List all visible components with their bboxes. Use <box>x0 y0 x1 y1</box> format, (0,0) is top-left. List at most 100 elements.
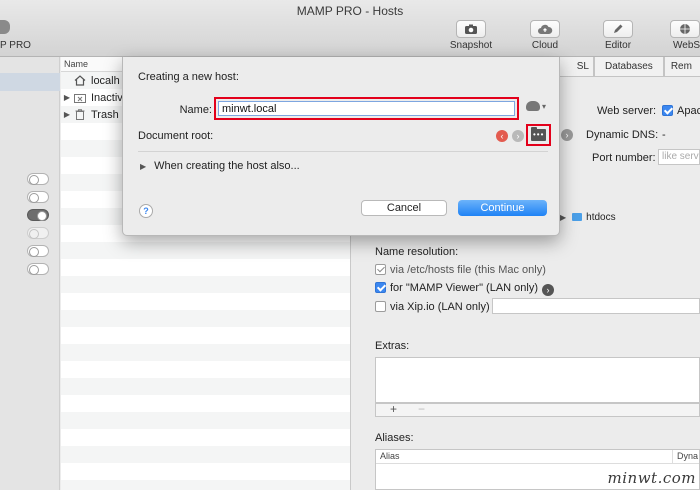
dynamic-dns-label: Dynamic DNS: <box>586 129 659 141</box>
xip-field[interactable] <box>492 298 700 314</box>
watermark: minwt.com <box>607 469 696 487</box>
folder-icon <box>572 213 583 221</box>
host-label: Inactiv <box>91 91 123 104</box>
document-root-label: Document root: <box>138 130 214 142</box>
host-options-expander[interactable]: ▶ When creating the host also... <box>140 160 300 172</box>
empty-row <box>61 378 350 395</box>
dynamic-dns-value[interactable]: - <box>662 129 666 141</box>
host-name-label: Name: <box>179 104 212 116</box>
expander-label: When creating the host also... <box>154 160 300 172</box>
host-label: localh <box>91 74 120 87</box>
empty-row <box>61 310 350 327</box>
editor-button[interactable]: Editor <box>588 20 648 51</box>
host-label: Trash <box>91 108 119 121</box>
dialog-divider <box>138 151 548 152</box>
cloud-icon <box>538 24 553 34</box>
empty-row <box>61 293 350 310</box>
option-label: via /etc/hosts file (this Mac only) <box>390 264 546 276</box>
chevron-down-icon: ▾ <box>542 101 547 111</box>
help-button[interactable]: ? <box>139 204 153 218</box>
resolution-option-hosts[interactable]: via /etc/hosts file (this Mac only) <box>375 264 546 276</box>
empty-row <box>61 463 350 480</box>
host-name-input[interactable] <box>218 101 515 116</box>
choose-folder-highlight: ••• <box>526 124 551 146</box>
webstart-button[interactable]: WebSt <box>660 20 700 51</box>
extras-label: Extras: <box>375 340 410 352</box>
snapshot-label: Snapshot <box>449 40 493 51</box>
cancel-button[interactable]: Cancel <box>361 200 447 216</box>
empty-row <box>61 276 350 293</box>
empty-row <box>61 480 350 490</box>
arrow-right-icon[interactable]: › <box>542 284 555 296</box>
empty-row <box>61 259 350 276</box>
disclosure-triangle-icon: ▶ <box>140 162 147 171</box>
remove-button[interactable]: − <box>418 402 425 416</box>
tab-remote[interactable]: Rem <box>663 57 700 77</box>
web-server-checkbox[interactable] <box>662 105 673 116</box>
cloud-icon <box>526 101 540 111</box>
dialog-title: Creating a new host: <box>138 71 239 83</box>
aliases-label: Aliases: <box>375 432 414 444</box>
hosts-file-checkbox[interactable] <box>375 264 386 275</box>
web-server-label: Web server: <box>597 105 657 117</box>
option-label: via Xip.io (LAN only) <box>390 301 490 313</box>
web-server-value: Apach <box>677 105 700 117</box>
snapshot-button[interactable]: Snapshot <box>441 20 501 51</box>
mamp-viewer-checkbox[interactable] <box>375 282 386 293</box>
disclosure-triangle-icon[interactable]: ▶ <box>61 110 73 119</box>
xip-checkbox[interactable] <box>375 301 386 312</box>
resolution-option-viewer[interactable]: for "MAMP Viewer" (LAN only) › <box>375 282 555 296</box>
window-title: MAMP PRO - Hosts <box>296 4 404 18</box>
empty-row <box>61 242 350 259</box>
empty-row <box>61 446 350 463</box>
doc-root-folder: htdocs <box>586 212 616 223</box>
option-label: for "MAMP Viewer" (LAN only) <box>390 282 539 294</box>
new-host-dialog: Creating a new host: Name: ▾ Document ro… <box>122 57 560 236</box>
alias-column-header[interactable]: Alias <box>380 451 400 461</box>
add-button[interactable]: + <box>390 402 397 416</box>
service-toggle[interactable] <box>27 227 49 239</box>
empty-row <box>61 429 350 446</box>
service-toggle[interactable] <box>27 209 49 221</box>
web-server-select[interactable]: Apach <box>662 105 700 117</box>
extras-controls: + − <box>375 402 700 417</box>
camera-icon <box>465 24 477 34</box>
toolbar-left-label: P PRO <box>0 40 31 51</box>
port-number-input[interactable]: like serv <box>658 149 700 165</box>
service-toggle[interactable] <box>27 263 49 275</box>
extras-list[interactable] <box>375 357 700 403</box>
empty-row <box>61 327 350 344</box>
name-field-highlight <box>214 97 519 120</box>
house-icon <box>73 75 87 87</box>
trash-icon <box>73 109 87 121</box>
empty-row <box>61 395 350 412</box>
service-toggle[interactable] <box>27 173 49 185</box>
sidebar-selection <box>0 73 60 91</box>
tab-databases[interactable]: Databases <box>594 57 664 77</box>
empty-row <box>61 412 350 429</box>
service-toggle[interactable] <box>27 191 49 203</box>
pen-icon <box>614 24 623 33</box>
back-icon[interactable]: ‹ <box>496 130 508 142</box>
disclosure-triangle-icon[interactable]: ▶ <box>61 93 73 102</box>
aliases-header: Alias Dyna <box>376 450 699 464</box>
folder-x-icon <box>73 92 87 104</box>
path-separator-icon: ▶ <box>560 213 567 222</box>
webstart-label: WebSt <box>673 40 700 51</box>
doc-root-path[interactable]: ▶ htdocs <box>560 211 616 223</box>
service-toggle[interactable] <box>27 245 49 257</box>
cloud-button[interactable]: Cloud <box>515 20 575 51</box>
empty-row <box>61 361 350 378</box>
name-resolution-label: Name resolution: <box>375 246 459 258</box>
resolution-option-xip[interactable]: via Xip.io (LAN only) <box>375 301 490 313</box>
continue-button[interactable]: Continue <box>458 200 547 216</box>
title-bar: MAMP PRO - Hosts P PRO Snapshot Cloud Ed… <box>0 0 700 57</box>
forward-icon[interactable]: › <box>512 130 524 142</box>
settings-tabs: SL Databases Rem <box>552 57 700 77</box>
folder-browse-icon[interactable]: ••• <box>531 127 546 141</box>
cloud-label: Cloud <box>531 40 559 51</box>
cloud-menu[interactable]: ▾ <box>526 101 546 111</box>
dynamic-column-header[interactable]: Dyna <box>672 450 698 464</box>
sidebar <box>0 57 60 490</box>
globe-icon <box>680 24 690 34</box>
